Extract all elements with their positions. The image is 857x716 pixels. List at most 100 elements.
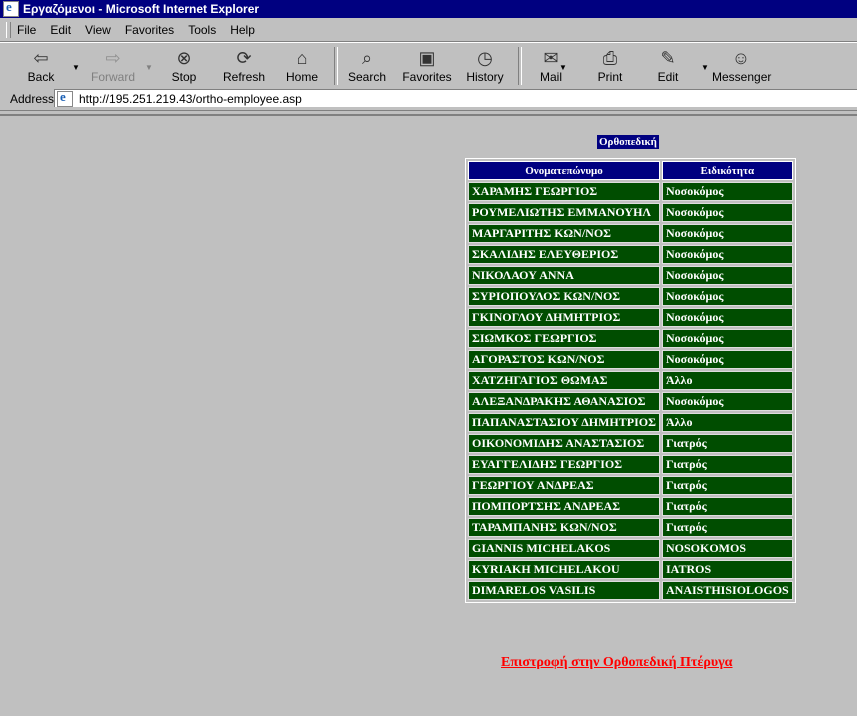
employee-specialty-cell: Γιατρός (662, 455, 793, 474)
refresh-button[interactable]: ⟳ Refresh (220, 47, 268, 85)
table-row: ΧΑΤΖΗΓΑΓΙΟΣ ΘΩΜΑΣ Άλλο (468, 371, 793, 390)
employee-specialty-cell: Νοσοκόμος (662, 245, 793, 264)
employee-name-cell: ΣΙΩΜΚΟΣ ΓΕΩΡΓΙΟΣ (468, 329, 660, 348)
home-button[interactable]: ⌂ Home (284, 47, 320, 85)
employee-specialty-cell: IATROS (662, 560, 793, 579)
table-row: ΠΟΜΠΟΡΤΣΗΣ ΑΝΔΡΕΑΣ Γιατρός (468, 497, 793, 516)
employee-name-cell: GIANNIS MICHELAKOS (468, 539, 660, 558)
back-dropdown-icon[interactable]: ▼ (72, 63, 80, 72)
menu-view[interactable]: View (85, 23, 111, 37)
employee-name-cell: ΑΛΕΞΑΝΔΡΑΚΗΣ ΑΘΑΝΑΣΙΟΣ (468, 392, 660, 411)
employee-name-cell: ΠΑΠΑΝΑΣΤΑΣΙΟΥ ΔΗΜΗΤΡΙΟΣ (468, 413, 660, 432)
employee-specialty-cell: Νοσοκόμος (662, 224, 793, 243)
employee-name-cell: ΟΙΚΟΝΟΜΙΔΗΣ ΑΝΑΣΤΑΣΙΟΣ (468, 434, 660, 453)
stop-icon: ⊗ (176, 47, 192, 68)
toolbar-separator (518, 47, 522, 85)
window-title: Εργαζόμενοι - Microsoft Internet Explore… (23, 2, 260, 16)
address-input[interactable] (79, 91, 779, 106)
history-icon: ◷ (477, 47, 493, 68)
employee-name-cell: ΡΟΥΜΕΛΙΩΤΗΣ ΕΜΜΑΝΟΥΗΛ (468, 203, 660, 222)
search-icon: ⌕ (361, 47, 373, 68)
edit-button[interactable]: ✎ Edit (654, 47, 682, 85)
employee-specialty-cell: Νοσοκόμος (662, 287, 793, 306)
table-row: ΕΥΑΓΓΕΛΙΔΗΣ ΓΕΩΡΓΙΟΣ Γιατρός (468, 455, 793, 474)
table-row: ΠΑΠΑΝΑΣΤΑΣΙΟΥ ΔΗΜΗΤΡΙΟΣ Άλλο (468, 413, 793, 432)
print-button[interactable]: ⎙ Print (594, 47, 626, 85)
table-row: KYRIAKH MICHELAKOU IATROS (468, 560, 793, 579)
forward-arrow-icon: ⇨ (105, 47, 121, 68)
menu-favorites[interactable]: Favorites (125, 23, 174, 37)
table-row: ΟΙΚΟΝΟΜΙΔΗΣ ΑΝΑΣΤΑΣΙΟΣ Γιατρός (468, 434, 793, 453)
table-row: ΝΙΚΟΛΑΟΥ ΑΝΝΑ Νοσοκόμος (468, 266, 793, 285)
mail-dropdown-icon[interactable]: ▼ (559, 63, 567, 72)
employee-name-cell: ΧΑΡΑΜΗΣ ΓΕΩΡΓΙΟΣ (468, 182, 660, 201)
employee-specialty-cell: Νοσοκόμος (662, 182, 793, 201)
printer-icon: ⎙ (602, 47, 618, 68)
employee-name-cell: ΕΥΑΓΓΕΛΙΔΗΣ ΓΕΩΡΓΙΟΣ (468, 455, 660, 474)
menu-edit[interactable]: Edit (50, 23, 71, 37)
employee-name-cell: ΣΥΡΙΟΠΟΥΛΟΣ ΚΩΝ/ΝΟΣ (468, 287, 660, 306)
employee-specialty-cell: Γιατρός (662, 518, 793, 537)
page-content: Ορθοπεδική Ονοματεπώνυμο Ειδικότητα ΧΑΡΑ… (0, 114, 857, 716)
employee-specialty-cell: Νοσοκόμος (662, 350, 793, 369)
employee-name-cell: ΑΓΟΡΑΣΤΟΣ ΚΩΝ/ΝΟΣ (468, 350, 660, 369)
table-row: ΤΑΡΑΜΠΑΝΗΣ ΚΩΝ/ΝΟΣ Γιατρός (468, 518, 793, 537)
table-row: ΡΟΥΜΕΛΙΩΤΗΣ ΕΜΜΑΝΟΥΗΛ Νοσοκόμος (468, 203, 793, 222)
employee-specialty-cell: Νοσοκόμος (662, 392, 793, 411)
favorites-folder-icon: ▣ (418, 47, 436, 68)
table-row: ΣΚΑΛΙΔΗΣ ΕΛΕΥΘΕΡΙΟΣ Νοσοκόμος (468, 245, 793, 264)
employee-specialty-cell: Γιατρός (662, 497, 793, 516)
messenger-button[interactable]: ☺ Messenger (712, 47, 771, 85)
employee-specialty-cell: Άλλο (662, 371, 793, 390)
history-button[interactable]: ◷ History (466, 47, 504, 85)
employee-specialty-cell: Γιατρός (662, 476, 793, 495)
menu-tools[interactable]: Tools (188, 23, 216, 37)
employee-name-cell: ΜΑΡΓΑΡΙΤΗΣ ΚΩΝ/ΝΟΣ (468, 224, 660, 243)
table-row: ΑΓΟΡΑΣΤΟΣ ΚΩΝ/ΝΟΣ Νοσοκόμος (468, 350, 793, 369)
employee-specialty-cell: Νοσοκόμος (662, 329, 793, 348)
employee-name-cell: ΝΙΚΟΛΑΟΥ ΑΝΝΑ (468, 266, 660, 285)
employee-name-cell: ΓΕΩΡΓΙΟΥ ΑΝΔΡΕΑΣ (468, 476, 660, 495)
forward-button[interactable]: ⇨ Forward (88, 47, 138, 85)
employee-specialty-cell: Άλλο (662, 413, 793, 432)
column-header-name: Ονοματεπώνυμο (468, 161, 660, 180)
toolbar: ⇦ Back ▼ ⇨ Forward ▼ ⊗ Stop ⟳ Refresh ⌂ … (0, 42, 857, 90)
forward-dropdown-icon[interactable]: ▼ (145, 63, 153, 72)
page-icon (57, 89, 73, 107)
refresh-icon: ⟳ (236, 47, 252, 68)
address-field[interactable] (54, 89, 857, 107)
employee-name-cell: DIMARELOS VASILIS (468, 581, 660, 600)
employee-name-cell: ΓΚΙΝΟΓΛΟΥ ΔΗΜΗΤΡΙΟΣ (468, 308, 660, 327)
address-label: Address (10, 92, 55, 106)
back-button[interactable]: ⇦ Back (22, 47, 60, 85)
back-arrow-icon: ⇦ (33, 47, 49, 68)
favorites-button[interactable]: ▣ Favorites (402, 47, 452, 85)
table-caption: Ορθοπεδική (597, 135, 659, 149)
menubar-grip[interactable] (6, 22, 11, 38)
employee-specialty-cell: Νοσοκόμος (662, 203, 793, 222)
employee-table: Ονοματεπώνυμο Ειδικότητα ΧΑΡΑΜΗΣ ΓΕΩΡΓΙΟ… (465, 158, 796, 603)
employee-specialty-cell: Γιατρός (662, 434, 793, 453)
messenger-person-icon: ☺ (731, 47, 751, 68)
ie-icon (3, 0, 19, 17)
table-row: DIMARELOS VASILIS ANAISTHISIOLOGOS (468, 581, 793, 600)
toolbar-separator (334, 47, 338, 85)
table-row: ΣΥΡΙΟΠΟΥΛΟΣ ΚΩΝ/ΝΟΣ Νοσοκόμος (468, 287, 793, 306)
window-titlebar[interactable]: Εργαζόμενοι - Microsoft Internet Explore… (0, 0, 857, 18)
table-header-row: Ονοματεπώνυμο Ειδικότητα (468, 161, 793, 180)
stop-button[interactable]: ⊗ Stop (166, 47, 202, 85)
search-button[interactable]: ⌕ Search (346, 47, 388, 85)
edit-page-icon: ✎ (660, 47, 676, 68)
employee-name-cell: KYRIAKH MICHELAKOU (468, 560, 660, 579)
table-row: ΑΛΕΞΑΝΔΡΑΚΗΣ ΑΘΑΝΑΣΙΟΣ Νοσοκόμος (468, 392, 793, 411)
menu-file[interactable]: File (17, 23, 36, 37)
address-bar: Address (0, 88, 857, 111)
employee-name-cell: ΣΚΑΛΙΔΗΣ ΕΛΕΥΘΕΡΙΟΣ (468, 245, 660, 264)
employee-name-cell: ΧΑΤΖΗΓΑΓΙΟΣ ΘΩΜΑΣ (468, 371, 660, 390)
back-to-orthopedic-wing-link[interactable]: Επιστροφή στην Ορθοπεδική Πτέρυγα (501, 655, 733, 671)
column-header-specialty: Ειδικότητα (662, 161, 793, 180)
menu-help[interactable]: Help (230, 23, 255, 37)
employee-specialty-cell: ANAISTHISIOLOGOS (662, 581, 793, 600)
edit-dropdown-icon[interactable]: ▼ (701, 63, 709, 72)
table-row: GIANNIS MICHELAKOS NOSOKOMOS (468, 539, 793, 558)
